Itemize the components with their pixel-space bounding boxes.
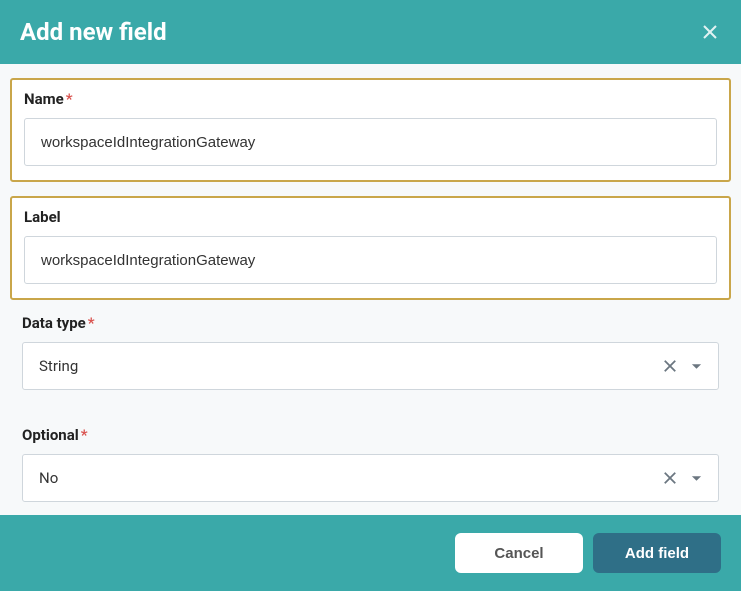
add-field-button[interactable]: Add field: [593, 533, 721, 573]
dialog-body: Name* Label Data type* String: [0, 64, 741, 515]
optional-label-text: Optional: [22, 426, 79, 444]
chevron-down-icon: [691, 361, 702, 372]
cancel-button[interactable]: Cancel: [455, 533, 583, 573]
label-label: Label: [24, 208, 717, 226]
dialog-title: Add new field: [20, 18, 167, 46]
close-icon: [702, 24, 718, 40]
optional-value: No: [39, 469, 663, 487]
select-icons: [663, 359, 702, 373]
datatype-select[interactable]: String: [22, 342, 719, 390]
required-indicator: *: [66, 90, 73, 108]
add-field-dialog: Add new field Name* Label Data type*: [0, 0, 741, 591]
optional-section: Optional* No: [10, 426, 731, 515]
optional-select[interactable]: No: [22, 454, 719, 502]
label-section: Label: [10, 196, 731, 300]
dialog-header: Add new field: [0, 0, 741, 64]
datatype-label: Data type*: [22, 314, 719, 332]
optional-dropdown-toggle[interactable]: [691, 473, 702, 484]
close-button[interactable]: [699, 21, 721, 43]
datatype-section: Data type* String: [10, 314, 731, 404]
clear-icon: [663, 471, 677, 485]
label-label-text: Label: [24, 208, 61, 226]
required-indicator: *: [88, 314, 95, 332]
select-icons: [663, 471, 702, 485]
clear-datatype-button[interactable]: [663, 359, 677, 373]
datatype-value: String: [39, 357, 663, 375]
name-section: Name*: [10, 78, 731, 182]
name-input[interactable]: [24, 118, 717, 166]
datatype-label-text: Data type: [22, 314, 86, 332]
dialog-footer: Cancel Add field: [0, 515, 741, 591]
datatype-dropdown-toggle[interactable]: [691, 361, 702, 372]
required-indicator: *: [81, 426, 88, 444]
label-input[interactable]: [24, 236, 717, 284]
chevron-down-icon: [691, 473, 702, 484]
optional-label: Optional*: [22, 426, 719, 444]
clear-icon: [663, 359, 677, 373]
name-label: Name*: [24, 90, 717, 108]
name-label-text: Name: [24, 90, 64, 108]
clear-optional-button[interactable]: [663, 471, 677, 485]
